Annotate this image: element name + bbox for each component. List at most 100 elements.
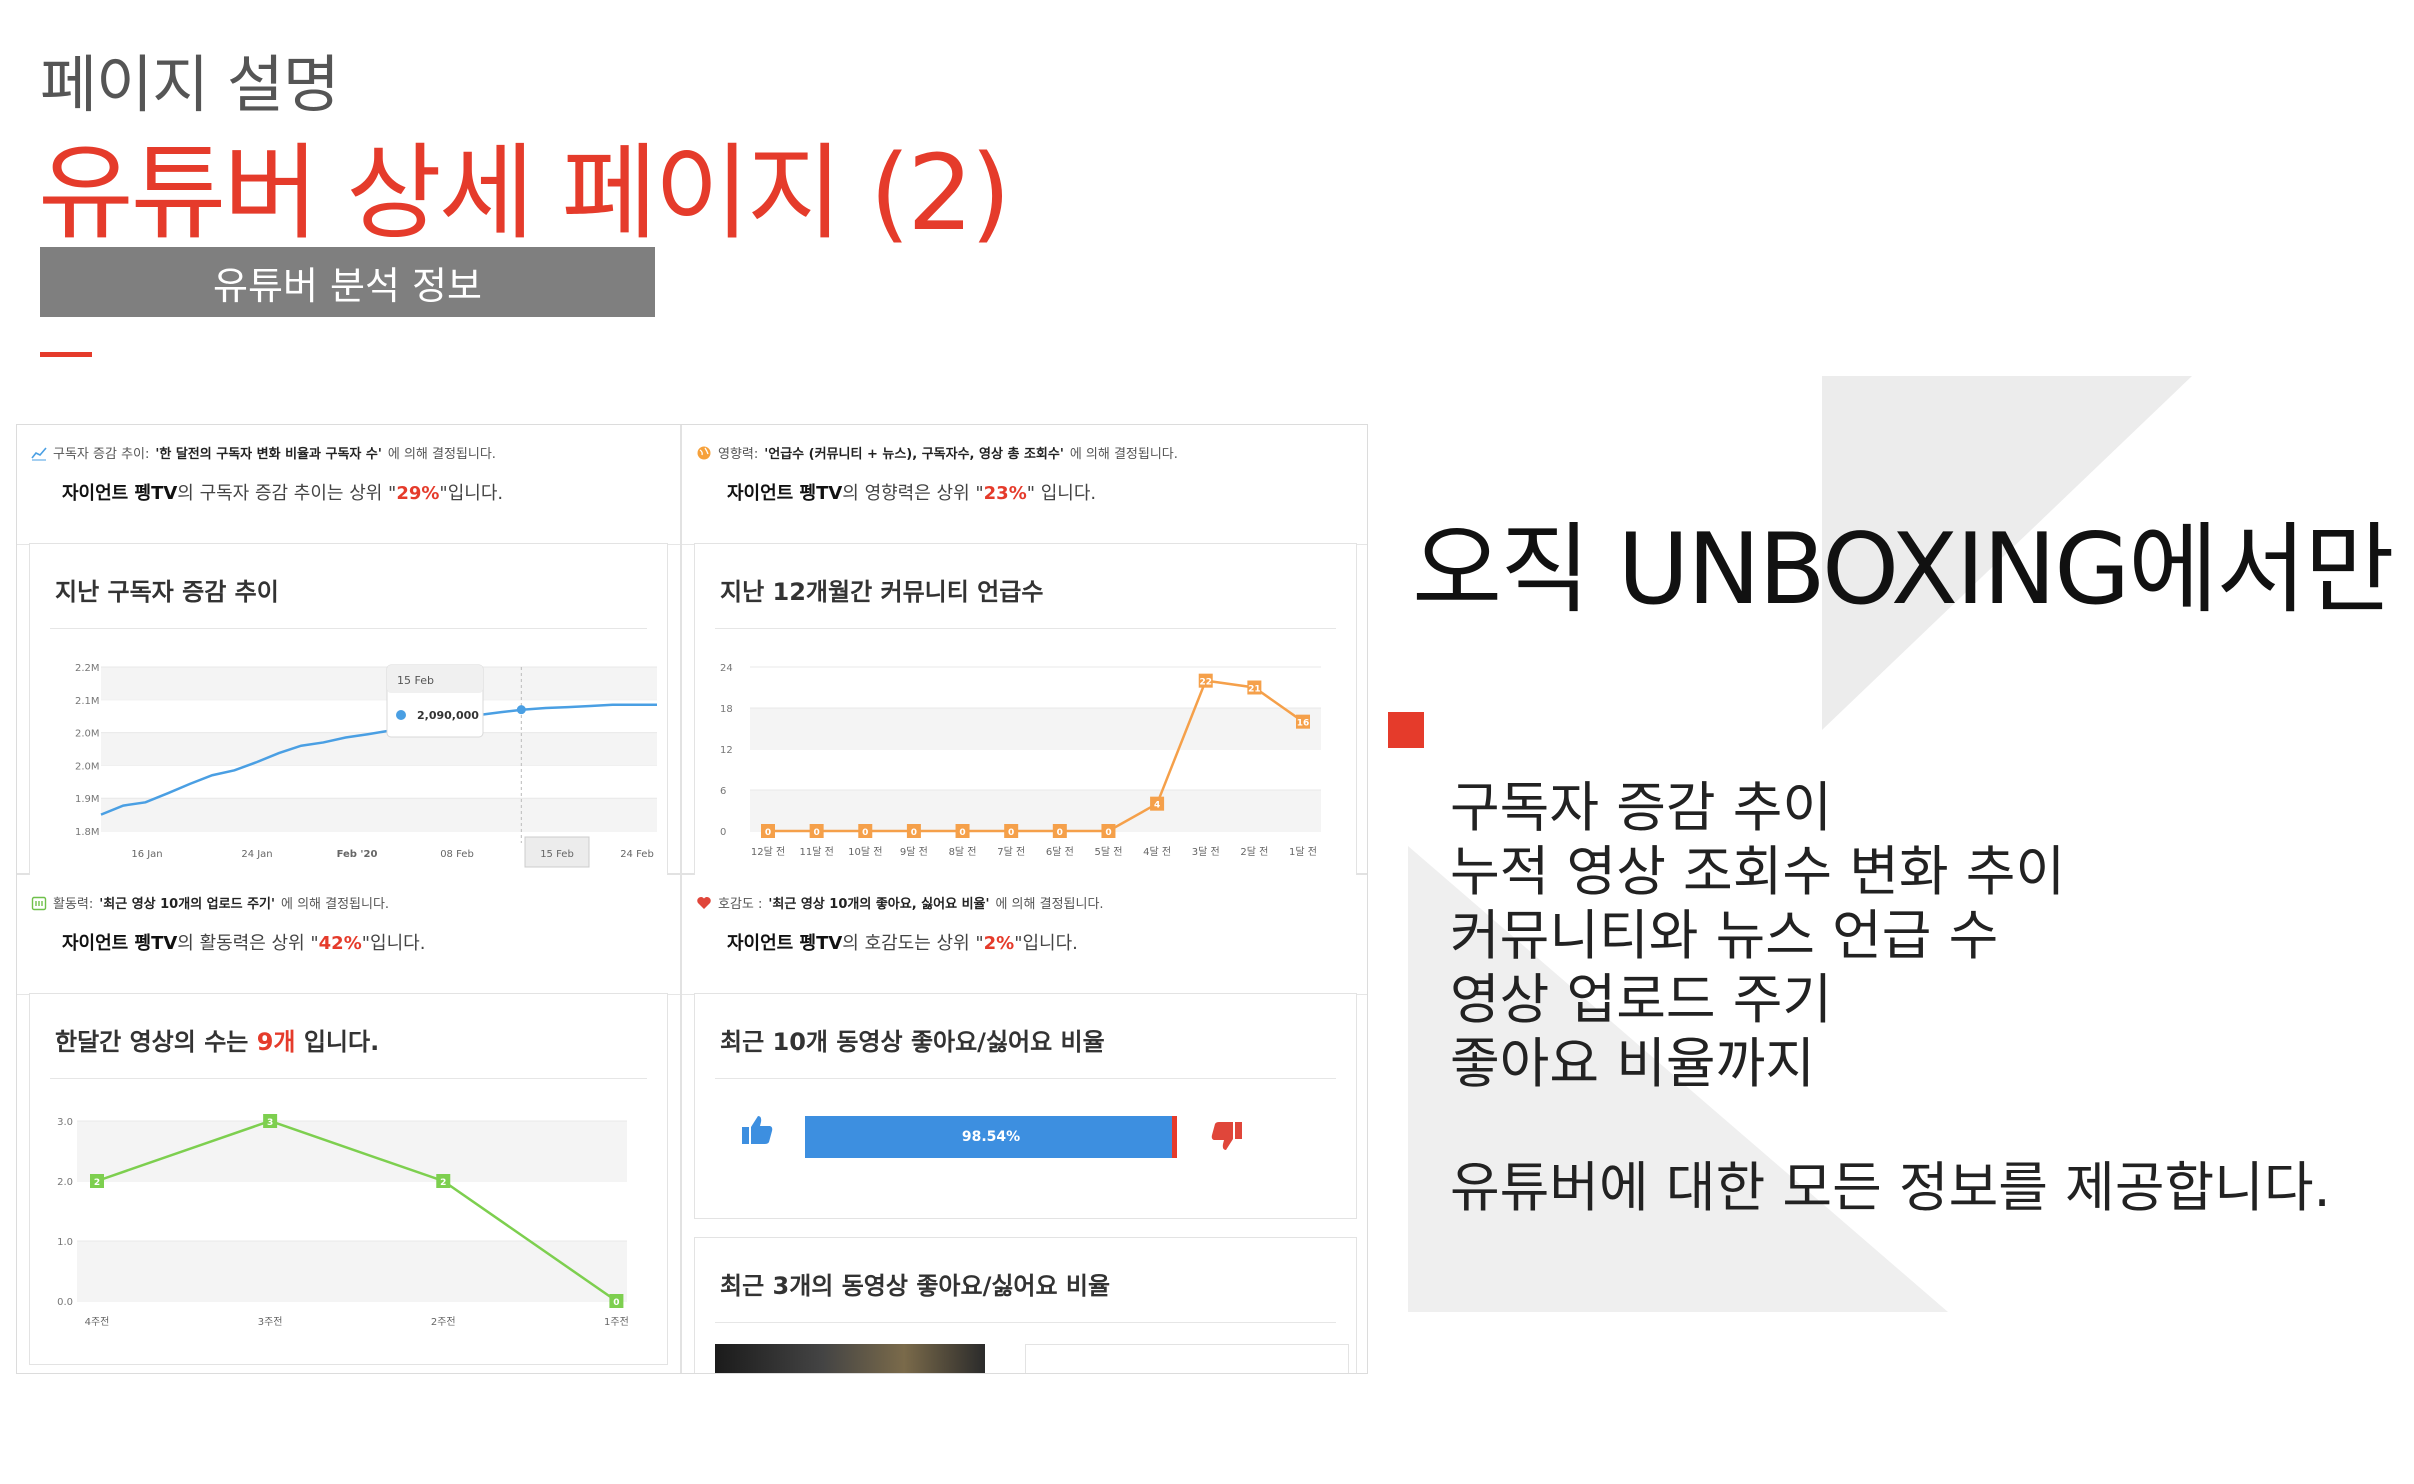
hover-point [516, 705, 526, 715]
x-tick-label: 1달 전 [1289, 846, 1317, 858]
activity-info: 활동력: '최근 영상 10개의 업로드 주기' 에 의해 결정됩니다. [31, 893, 389, 912]
data-label: 22 [1199, 678, 1212, 688]
grid-band [750, 790, 1321, 831]
x-tick-label: 08 Feb [440, 849, 474, 860]
feature-item: 누적 영상 조회수 변화 추이 [1450, 840, 2066, 903]
data-label: 21 [1248, 685, 1261, 695]
x-tick-label: 3달 전 [1192, 846, 1220, 858]
grid-band [101, 667, 657, 700]
x-tick-label: 12달 전 [751, 846, 785, 858]
y-tick-label: 2.0 [57, 1177, 73, 1188]
activity-panel: 활동력: '최근 영상 10개의 업로드 주기' 에 의해 결정됩니다. 자이언트 … [17, 875, 680, 1373]
y-tick-label: 2.0M [75, 729, 100, 740]
calendar-icon [31, 896, 47, 910]
card-title: 최근 10개 동영상 좋아요/싫어요 비율 [720, 1028, 1105, 1056]
feature-item: 커뮤니티와 뉴스 언급 수 [1450, 904, 1999, 967]
card-title: 최근 3개의 동영상 좋아요/싫어요 비율 [720, 1272, 1111, 1300]
data-label: 0 [814, 828, 820, 838]
data-label: 4 [1154, 801, 1160, 811]
activity-chart: 0.0 1.0 2.0 3.0 2 3 2 0 4주전 3주전 2주전 1주전 [57, 1114, 629, 1328]
feature-list: 구독자 증감 추이 누적 영상 조회수 변화 추이 커뮤니티와 뉴스 언급 수 … [1450, 776, 2331, 1220]
globe-icon [697, 446, 711, 459]
x-tick-label: 6달 전 [1046, 846, 1074, 858]
x-tick-label: 15 Feb [540, 849, 574, 860]
thumbs-up-icon [742, 1116, 773, 1144]
like-ratio-bar-track: 98.54% [805, 1116, 1177, 1158]
data-label: 0 [1057, 828, 1063, 838]
influence-rank: 자이언트 펭TV의 영향력은 상위 "23%" 입니다. [727, 483, 1097, 504]
x-tick-label: 24 Feb [620, 849, 654, 860]
like-ratio-label: 98.54% [961, 1129, 1021, 1145]
y-tick-label: 18 [720, 704, 733, 715]
data-label: 0 [911, 828, 917, 838]
video-info-box [1025, 1344, 1349, 1373]
y-tick-label: 3.0 [57, 1117, 73, 1128]
data-label: 2 [94, 1178, 100, 1188]
y-tick-label: 6 [720, 786, 726, 797]
card-title: 지난 구독자 증감 추이 [55, 578, 279, 606]
tooltip-dot [396, 710, 406, 720]
card-title: 한달간 영상의 수는 9개 입니다. [55, 1028, 380, 1056]
x-tick-label: 4달 전 [1143, 846, 1171, 858]
grid-band [101, 798, 657, 831]
x-tick-label: 3주전 [258, 1316, 283, 1328]
y-tick-label: 12 [720, 745, 733, 756]
data-label: 2 [440, 1178, 446, 1188]
section-tab: 유튜버 분석 정보 [40, 247, 655, 317]
data-label: 16 [1297, 719, 1310, 729]
y-tick-label: 2.2M [75, 663, 100, 674]
x-tick-label: 4주전 [85, 1316, 110, 1328]
likability-card: 최근 10개 동영상 좋아요/싫어요 비율 98.54% [694, 993, 1357, 1219]
x-tick-label: 5달 전 [1094, 846, 1122, 858]
data-label: 0 [959, 828, 965, 838]
likability-card-2: 최근 3개의 동영상 좋아요/싫어요 비율 [694, 1237, 1357, 1373]
feature-item: 좋아요 비율까지 [1450, 1032, 1815, 1095]
y-tick-label: 24 [720, 663, 733, 674]
grid-band [750, 708, 1321, 749]
x-tick-label: 10달 전 [848, 846, 882, 858]
y-tick-label: 2.0M [75, 761, 100, 772]
data-label: 0 [862, 828, 868, 838]
data-label: 0 [613, 1298, 619, 1308]
subscriber-panel: 구독자 증감 추이: '한 달전의 구독자 변화 비율과 구독자 수' 에 의해 결… [17, 425, 680, 883]
trend-line-icon [31, 446, 47, 460]
x-tick-label: 2달 전 [1240, 846, 1268, 858]
influence-info: 영향력: '언급수 (커뮤니티 + 뉴스), 구독자수, 영상 총 조회수' 에 의… [696, 443, 1178, 462]
tooltip-date: 15 Feb [397, 674, 434, 687]
data-label: 0 [765, 828, 771, 838]
video-thumbnail [715, 1344, 985, 1373]
y-tick-label: 0 [720, 827, 726, 838]
accent-dash [40, 352, 92, 357]
y-tick-label: 2.1M [75, 696, 100, 707]
y-tick-label: 1.9M [75, 794, 100, 805]
x-tick-label: 8달 전 [949, 846, 977, 858]
heart-icon [697, 896, 711, 909]
x-tick-label: 24 Jan [241, 849, 272, 860]
thumbs-down-icon [1211, 1122, 1242, 1150]
grid-band [77, 1121, 627, 1181]
tooltip-value: 2,090,000 [417, 709, 479, 722]
x-tick-label: 7달 전 [997, 846, 1025, 858]
x-tick-label: Feb '20 [337, 849, 378, 860]
card-title: 지난 12개월간 커뮤니티 언급수 [720, 578, 1044, 606]
y-tick-label: 0.0 [57, 1297, 73, 1308]
x-tick-label: 2주전 [431, 1316, 456, 1328]
x-tick-label: 16 Jan [131, 849, 162, 860]
data-label: 0 [1105, 828, 1111, 838]
activity-rank: 자이언트 펭TV의 활동력은 상위 "42%"입니다. [62, 933, 426, 954]
y-tick-label: 1.0 [57, 1237, 73, 1248]
bullet-square [1388, 712, 1424, 748]
likability-info: 호감도 : '최근 영상 10개의 좋아요, 싫어요 비율' 에 의해 결정됩니다. [696, 893, 1104, 912]
x-tick-label: 9달 전 [900, 846, 928, 858]
feature-item: 구독자 증감 추이 [1450, 776, 1833, 839]
feature-closing: 유튜버에 대한 모든 정보를 제공합니다. [1450, 1156, 2331, 1219]
influence-chart: 0 6 12 18 24 0 0 0 0 0 0 0 0 4 22 21 16 12달 전 11달 전 10달 전 9달… [720, 663, 1321, 858]
influence-panel: 영향력: '언급수 (커뮤니티 + 뉴스), 구독자수, 영상 총 조회수' 에 의… [682, 425, 1367, 883]
likability-panel: 호감도 : '최근 영상 10개의 좋아요, 싫어요 비율' 에 의해 결정됩니다.… [682, 875, 1367, 1373]
data-label: 3 [267, 1118, 273, 1128]
feature-headline: 오직 UNBOXING에서만 [1412, 513, 2395, 627]
y-tick-label: 1.8M [75, 827, 100, 838]
subscriber-rank: 자이언트 펭TV의 구독자 증감 추이는 상위 "29%"입니다. [62, 483, 504, 504]
grid-band [101, 732, 657, 766]
x-tick-label: 1주전 [604, 1316, 629, 1328]
